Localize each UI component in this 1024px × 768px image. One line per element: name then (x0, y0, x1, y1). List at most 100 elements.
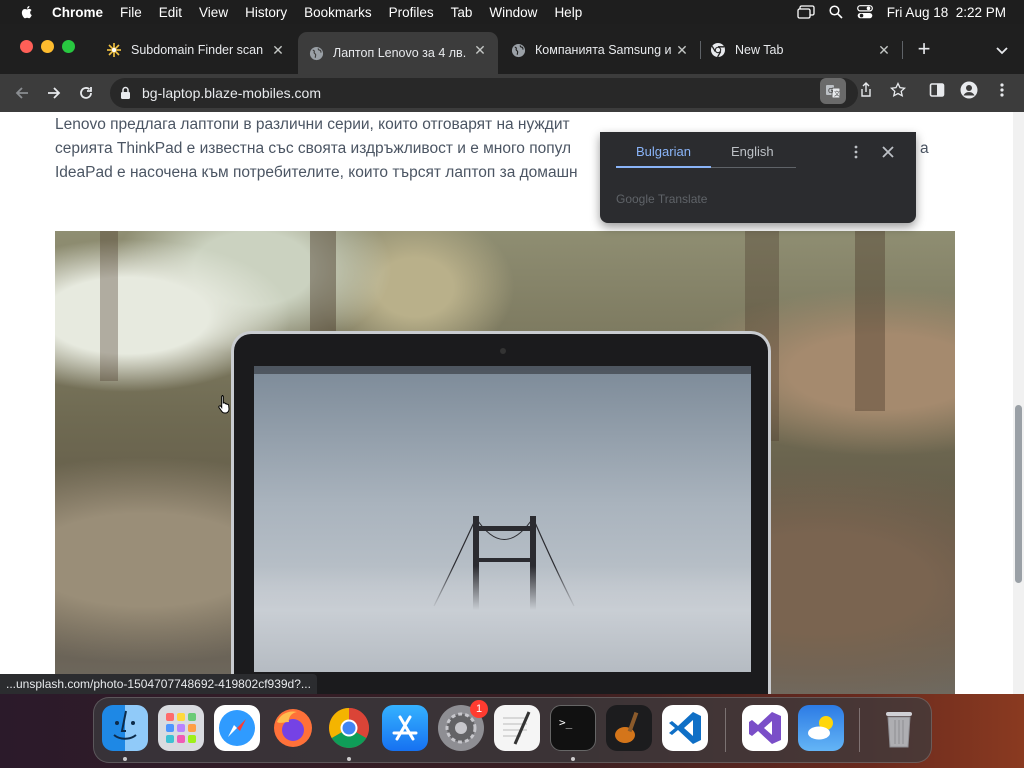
dock-running-indicator (123, 757, 127, 761)
translate-page-icon[interactable]: G文 (820, 78, 846, 104)
side-panel-icon[interactable] (928, 81, 946, 99)
tab-separator (902, 41, 903, 59)
close-tab-icon[interactable]: ✕ (674, 42, 690, 58)
browser-toolbar: bg-laptop.blaze-mobiles.com G文 (0, 74, 1024, 112)
menu-edit[interactable]: Edit (159, 5, 182, 20)
more-options-icon[interactable] (851, 144, 861, 160)
dock-garageband[interactable] (606, 705, 652, 751)
dock-running-indicator (571, 757, 575, 761)
dock-firefox[interactable] (270, 705, 316, 751)
dock-app-store[interactable] (382, 705, 428, 751)
zoom-window-button[interactable] (62, 40, 75, 53)
minimize-window-button[interactable] (41, 40, 54, 53)
menu-bar: Chrome File Edit View History Bookmarks … (0, 0, 1024, 24)
close-tab-icon[interactable]: ✕ (472, 42, 488, 58)
dock: 1 >_ (93, 697, 932, 763)
article-image-laptop[interactable] (55, 231, 955, 694)
tab-new-tab[interactable]: New Tab ✕ (702, 32, 902, 68)
dock-safari[interactable] (214, 705, 260, 751)
profile-avatar-icon[interactable] (960, 81, 978, 99)
menu-app-chrome[interactable]: Chrome (52, 5, 103, 20)
laptop-screen (254, 366, 751, 672)
close-icon[interactable] (880, 144, 896, 160)
translate-popup: Bulgarian English Google Translate (600, 132, 916, 223)
close-tab-icon[interactable]: ✕ (270, 42, 286, 58)
tree-trunk (100, 231, 118, 381)
tab-search-chevron-icon[interactable] (994, 42, 1010, 58)
bookmark-star-icon[interactable] (889, 81, 907, 99)
dock-textedit[interactable] (494, 705, 540, 751)
textedit-icon (503, 711, 531, 745)
forward-button[interactable] (44, 83, 64, 103)
tab-lenovo-laptop[interactable]: Лаптоп Lenovo за 4 лв. ✕ (298, 32, 498, 74)
fog (254, 566, 751, 672)
svg-text:文: 文 (834, 90, 840, 98)
clock[interactable]: Fri Aug 18 2:22 PM (887, 5, 1006, 20)
dock-visual-studio[interactable] (742, 705, 788, 751)
page-scrollbar[interactable] (1013, 112, 1024, 694)
scrollbar-thumb[interactable] (1015, 405, 1022, 583)
back-button[interactable] (12, 83, 32, 103)
tree-trunk (855, 231, 885, 411)
dock-finder[interactable] (102, 705, 148, 751)
close-window-button[interactable] (20, 40, 33, 53)
tab-underline (711, 167, 796, 168)
menu-file[interactable]: File (120, 5, 142, 20)
tree-trunk (310, 231, 336, 341)
tab-subdomain-finder[interactable]: Subdomain Finder scan ✕ (96, 32, 296, 68)
share-icon[interactable] (857, 81, 875, 99)
tab-english[interactable]: English (731, 144, 774, 159)
app-store-icon (392, 715, 418, 741)
url-text[interactable]: bg-laptop.blaze-mobiles.com (142, 85, 321, 101)
menu-window[interactable]: Window (489, 5, 537, 20)
vscode-icon (669, 712, 701, 744)
menu-bookmarks[interactable]: Bookmarks (304, 5, 372, 20)
screen-mirroring-icon[interactable] (797, 5, 815, 19)
trash-icon (886, 712, 912, 748)
tab-separator (700, 41, 701, 59)
chrome-icon (329, 708, 369, 748)
address-bar[interactable]: bg-laptop.blaze-mobiles.com (110, 78, 858, 108)
chrome-menu-icon[interactable] (993, 81, 1011, 99)
tab-samsung[interactable]: Компанията Samsung и ✕ (500, 32, 700, 68)
dock-separator (725, 708, 726, 752)
launchpad-icon (166, 713, 196, 743)
tab-strip: Subdomain Finder scan ✕ Лаптоп Lenovo за… (0, 24, 1024, 74)
new-tab-button[interactable]: + (914, 38, 934, 60)
menu-profiles[interactable]: Profiles (389, 5, 434, 20)
lock-icon[interactable] (120, 86, 131, 100)
dock-terminal[interactable]: >_ (550, 705, 596, 751)
tab-title: Компанията Samsung и (535, 43, 672, 57)
apple-menu-icon[interactable] (19, 4, 35, 20)
control-center-icon[interactable] (856, 5, 873, 19)
google-translate-label: Google Translate (616, 192, 708, 206)
dock-running-indicator (347, 757, 351, 761)
close-tab-icon[interactable]: ✕ (876, 42, 892, 58)
guitar-icon (615, 711, 639, 743)
reload-button[interactable] (76, 83, 96, 103)
terminal-icon: >_ (559, 716, 573, 729)
menu-history[interactable]: History (245, 5, 287, 20)
menu-view[interactable]: View (199, 5, 228, 20)
svg-text:G: G (828, 87, 833, 95)
status-bubble: ...unsplash.com/photo-1504707748692-4198… (0, 674, 317, 694)
safari-compass-icon (219, 710, 255, 746)
dock-trash[interactable] (876, 705, 922, 751)
tab-bulgarian[interactable]: Bulgarian (636, 144, 691, 159)
tab-title: Лаптоп Lenovo за 4 лв. (333, 46, 467, 60)
dock-vscode[interactable] (662, 705, 708, 751)
dock-chrome[interactable] (326, 705, 372, 751)
menu-help[interactable]: Help (554, 5, 582, 20)
notification-badge: 1 (470, 700, 488, 718)
visual-studio-icon (749, 712, 781, 744)
firefox-icon (274, 709, 312, 747)
spotlight-search-icon[interactable] (829, 5, 843, 19)
dock-launchpad[interactable] (158, 705, 204, 751)
tab-title: New Tab (735, 43, 784, 57)
dock-separator (859, 708, 860, 752)
laptop (231, 331, 771, 694)
menu-tab[interactable]: Tab (451, 5, 473, 20)
globe-icon (510, 42, 526, 58)
dock-weather[interactable] (798, 705, 844, 751)
paragraph-line-tail: а (920, 140, 929, 157)
